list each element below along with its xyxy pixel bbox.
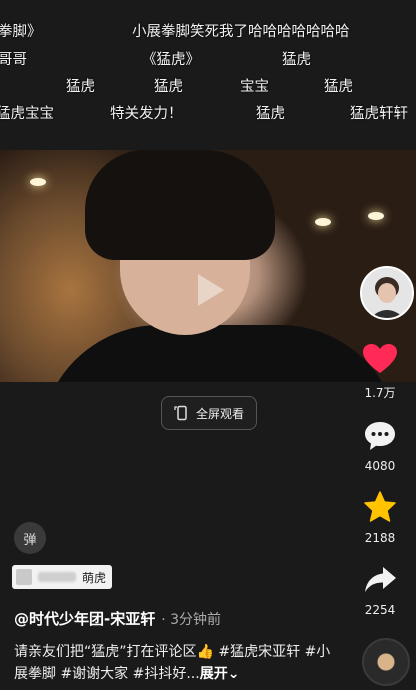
- danmaku-item: 小展拳脚笑死我了哈哈哈哈哈哈哈: [132, 24, 350, 40]
- author-avatar[interactable]: [360, 266, 414, 320]
- favorite-button[interactable]: 2188: [350, 490, 410, 545]
- share-icon: [365, 567, 396, 592]
- ceiling-light: [368, 212, 384, 220]
- share-count: 2254: [364, 603, 396, 617]
- heart-icon: [363, 344, 397, 373]
- star-icon: [364, 491, 396, 522]
- danmaku-item: 拳脚》: [0, 24, 42, 40]
- avatar-icon: [362, 268, 412, 318]
- tag-thumbnail: [16, 569, 32, 585]
- play-icon[interactable]: [180, 262, 236, 318]
- danmaku-item: 猛虎: [154, 79, 183, 95]
- danmaku-item: 哥哥: [0, 52, 27, 68]
- like-count: 1.7万: [364, 386, 396, 400]
- danmaku-layer: 拳脚》 小展拳脚笑死我了哈哈哈哈哈哈哈 哥哥 《猛虎》 猛虎 猛虎 猛虎 宝宝 …: [0, 0, 416, 150]
- expand-button[interactable]: 展开⌄: [200, 666, 240, 682]
- comment-button[interactable]: 4080: [350, 420, 410, 473]
- comment-count: 4080: [364, 459, 396, 473]
- music-disc-icon[interactable]: [362, 638, 410, 686]
- blurred-username: [38, 572, 76, 582]
- danmaku-item: 宝宝: [240, 79, 269, 95]
- comment-icon: [365, 422, 395, 450]
- danmaku-item: 《猛虎》: [142, 52, 200, 68]
- ceiling-light: [315, 218, 331, 226]
- video-description: 请亲友们把“猛虎”打在评论区👍 #猛虎宋亚轩 #小展拳脚 #谢谢大家 #抖抖好.…: [14, 641, 334, 685]
- danmaku-item: 特关发力！: [110, 106, 183, 122]
- like-button[interactable]: 1.7万: [350, 343, 410, 401]
- ceiling-light: [30, 178, 46, 186]
- user-tag[interactable]: 萌虎: [12, 565, 112, 589]
- danmaku-toggle-label: 弹: [23, 532, 37, 548]
- fullscreen-icon: [174, 405, 187, 421]
- danmaku-item: 猛虎宝宝: [0, 106, 54, 122]
- author-name[interactable]: @时代少年团-宋亚轩: [14, 610, 155, 628]
- video-subject-hair: [85, 150, 275, 260]
- danmaku-toggle-button[interactable]: 弹: [14, 522, 46, 554]
- description-text: 请亲友们把“猛虎”打在评论区👍 #猛虎宋亚轩 #小展拳脚 #谢谢大家 #抖抖好.…: [14, 644, 331, 682]
- favorite-count: 2188: [364, 531, 396, 545]
- post-time: · 3分钟前: [161, 612, 222, 628]
- author-line: @时代少年团-宋亚轩 · 3分钟前: [14, 608, 221, 629]
- fullscreen-label: 全屏观看: [195, 406, 244, 421]
- video-subject-body: [40, 325, 400, 382]
- danmaku-item: 猛虎: [282, 52, 311, 68]
- danmaku-item: 猛虎轩轩: [350, 106, 408, 122]
- fullscreen-button[interactable]: 全屏观看: [161, 396, 257, 430]
- danmaku-item: 猛虎: [66, 79, 95, 95]
- danmaku-item: 猛虎: [324, 79, 353, 95]
- danmaku-item: 猛虎: [256, 106, 285, 122]
- share-button[interactable]: 2254: [350, 564, 410, 617]
- tag-name: 萌虎: [82, 570, 107, 585]
